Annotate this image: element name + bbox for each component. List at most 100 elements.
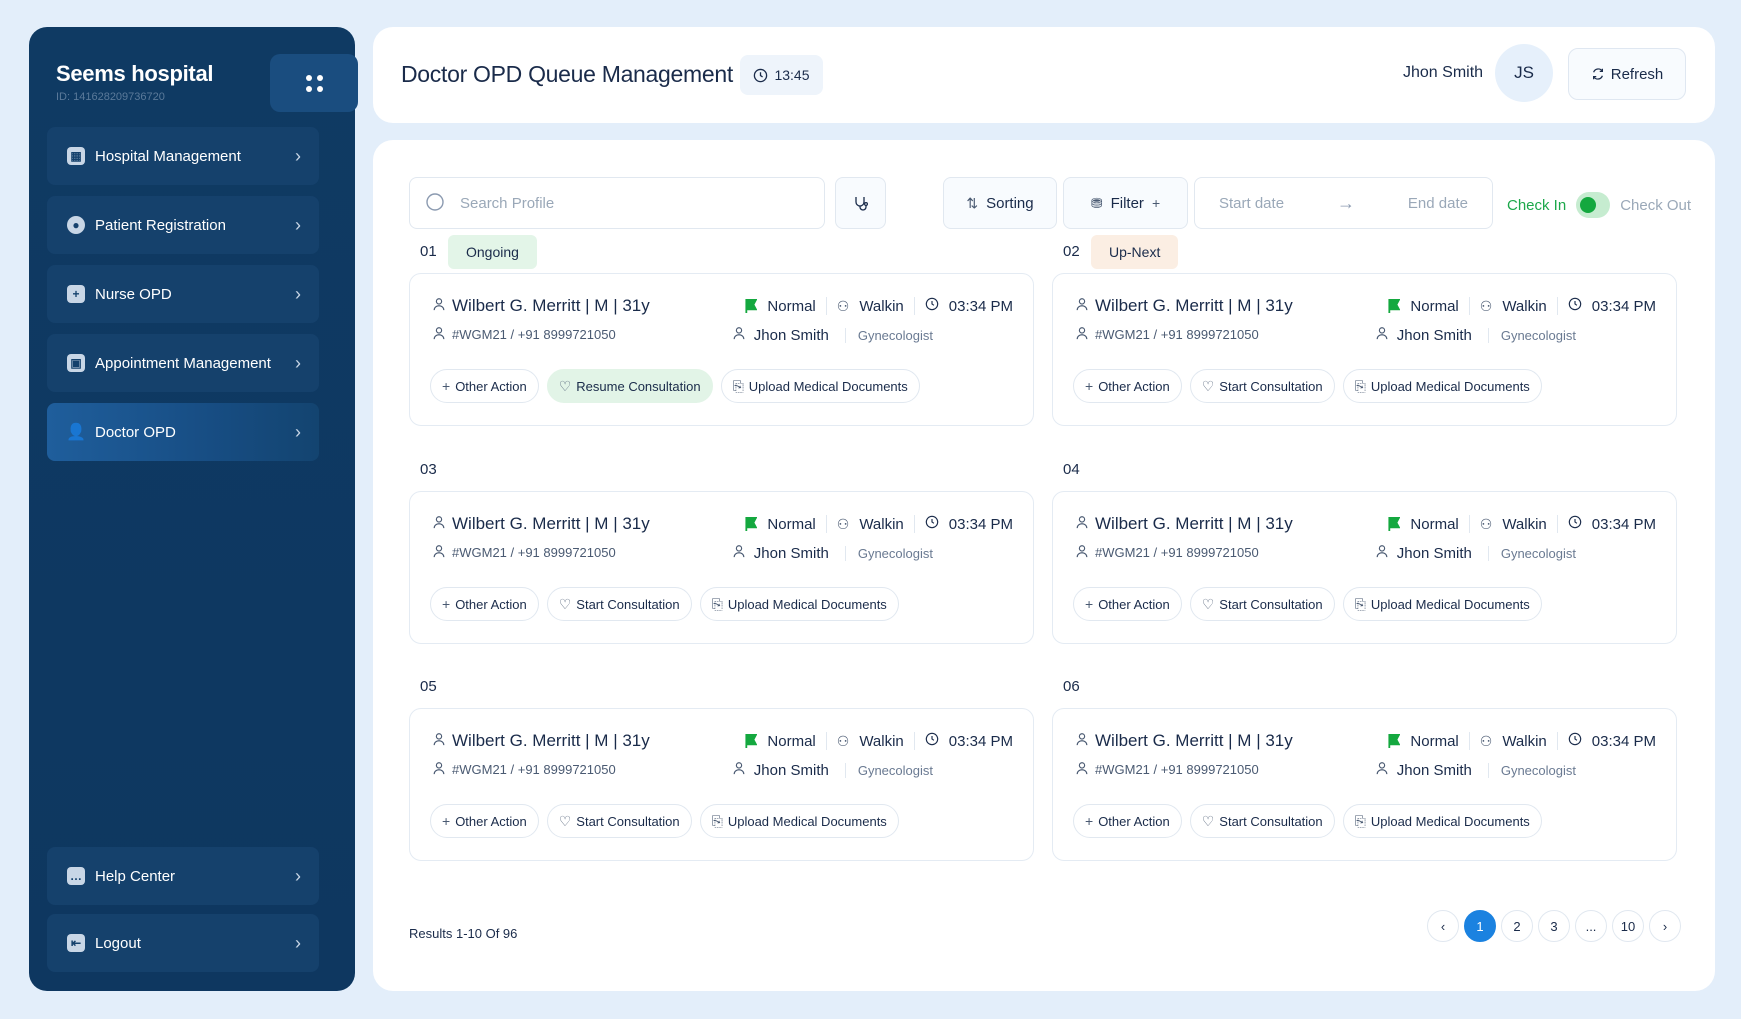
consultation-button[interactable]: ♡ Resume Consultation <box>546 369 713 403</box>
page-title: Doctor OPD Queue Management <box>401 61 733 87</box>
walking-icon: ⚇ <box>836 297 850 314</box>
page-button[interactable]: 10 <box>1612 910 1644 942</box>
walking-icon: ⚇ <box>836 732 850 749</box>
sidebar-item-appointment-management[interactable]: ▣ Appointment Management › <box>47 334 319 392</box>
queue-card[interactable]: Wilbert G. Merritt | M | 31y #WGM21 / +9… <box>1052 273 1677 426</box>
chevron-right-icon: › <box>1662 918 1668 934</box>
queue-card[interactable]: Wilbert G. Merritt | M | 31y #WGM21 / +9… <box>409 491 1034 644</box>
consultation-button[interactable]: ♡ Start Consultation <box>546 587 692 621</box>
refresh-button[interactable]: Refresh <box>1568 48 1686 100</box>
upload-documents-button[interactable]: ⎘ Upload Medical Documents <box>699 587 899 621</box>
queue-card[interactable]: Wilbert G. Merritt | M | 31y #WGM21 / +9… <box>409 708 1034 861</box>
sorting-button[interactable]: ⇅ Sorting <box>943 177 1057 229</box>
patient-id: #WGM21 / +91 8999721050 <box>432 761 616 778</box>
consultation-button[interactable]: ♡ Start Consultation <box>1189 369 1335 403</box>
patient-id-text: #WGM21 / +91 8999721050 <box>452 327 616 342</box>
specialty-text: Gynecologist <box>1487 545 1576 561</box>
date-range-picker[interactable]: Start date → End date <box>1194 177 1493 229</box>
plus-icon: + <box>442 813 451 829</box>
filter-button[interactable]: ⛃ Filter + <box>1063 177 1188 229</box>
arrow-right-icon: → <box>1336 192 1355 213</box>
visit-time-text: 03:34 PM <box>1591 515 1656 533</box>
start-date-field[interactable]: Start date <box>1219 195 1284 212</box>
page-button[interactable]: 2 <box>1501 910 1533 942</box>
upload-documents-button[interactable]: ⎘ Upload Medical Documents <box>699 804 899 838</box>
walking-icon: ⚇ <box>1479 515 1493 532</box>
search-input[interactable] <box>460 194 780 212</box>
app-frame: Seems hospital ID: 141628209736720 ▦ Hos… <box>0 0 1741 1019</box>
upload-documents-button[interactable]: ⎘ Upload Medical Documents <box>1342 587 1542 621</box>
chevron-right-icon: › <box>295 145 301 166</box>
consultation-button[interactable]: ♡ Start Consultation <box>546 804 692 838</box>
queue-card[interactable]: Wilbert G. Merritt | M | 31y #WGM21 / +9… <box>409 273 1034 426</box>
action-label: Upload Medical Documents <box>1370 596 1530 612</box>
sidebar-item-logout[interactable]: ⇤ Logout › <box>47 914 319 972</box>
page-button[interactable]: 1 <box>1464 910 1496 942</box>
upload-documents-button[interactable]: ⎘ Upload Medical Documents <box>720 369 920 403</box>
chat-icon: … <box>67 867 85 885</box>
visit-mode-text: Walkin <box>859 732 904 750</box>
action-label: Other Action <box>1098 813 1170 829</box>
queue-card[interactable]: Wilbert G. Merritt | M | 31y #WGM21 / +9… <box>1052 708 1677 861</box>
sidebar-item-label: Patient Registration <box>95 216 226 234</box>
upload-document-icon: ⎘ <box>711 595 723 612</box>
patient-id: #WGM21 / +91 8999721050 <box>1075 761 1259 778</box>
patient-id-text: #WGM21 / +91 8999721050 <box>452 762 616 777</box>
assigned-doctor: Jhon Smith Gynecologist <box>1375 326 1576 344</box>
consultation-button[interactable]: ♡ Start Consultation <box>1189 587 1335 621</box>
refresh-icon <box>1592 68 1603 80</box>
chevron-right-icon: › <box>295 214 301 235</box>
page-button[interactable]: 3 <box>1538 910 1570 942</box>
upload-documents-button[interactable]: ⎘ Upload Medical Documents <box>1342 369 1542 403</box>
heart-icon: ♡ <box>1201 812 1215 829</box>
divider <box>1556 732 1558 750</box>
assigned-doctor: Jhon Smith Gynecologist <box>732 326 933 344</box>
other-action-button[interactable]: + Other Action <box>430 587 539 621</box>
other-action-button[interactable]: + Other Action <box>1073 369 1182 403</box>
upload-documents-button[interactable]: ⎘ Upload Medical Documents <box>1342 804 1542 838</box>
consultation-button[interactable]: ♡ Start Consultation <box>1189 804 1335 838</box>
visit-mode-text: Walkin <box>859 515 904 533</box>
visit-meta: Normal ⚇ Walkin 03:34 PM <box>745 515 1013 533</box>
action-label: Other Action <box>455 378 527 394</box>
sidebar-item-doctor-opd[interactable]: 👤 Doctor OPD › <box>47 403 319 461</box>
patient-id: #WGM21 / +91 8999721050 <box>432 544 616 561</box>
clock-icon <box>1568 297 1582 315</box>
queue-number: 01 <box>420 243 437 260</box>
sidebar-item-help-center[interactable]: … Help Center › <box>47 847 319 905</box>
apps-menu-button[interactable] <box>270 54 358 112</box>
walking-icon: ⚇ <box>1479 297 1493 314</box>
flag-icon <box>1388 517 1401 531</box>
sidebar-item-hospital-management[interactable]: ▦ Hospital Management › <box>47 127 319 185</box>
flag-icon <box>745 299 758 313</box>
other-action-button[interactable]: + Other Action <box>1073 804 1182 838</box>
other-action-button[interactable]: + Other Action <box>1073 587 1182 621</box>
specialty-text: Gynecologist <box>844 327 933 343</box>
heart-icon: ♡ <box>558 595 572 612</box>
other-action-button[interactable]: + Other Action <box>430 804 539 838</box>
divider <box>913 732 915 750</box>
search-box[interactable] <box>409 177 825 229</box>
plus-icon: + <box>442 378 451 394</box>
visit-meta: Normal ⚇ Walkin 03:34 PM <box>1388 297 1656 315</box>
sidebar-item-nurse-opd[interactable]: + Nurse OPD › <box>47 265 319 323</box>
patient-name: Wilbert G. Merritt | M | 31y <box>1075 514 1293 534</box>
queue-number: 05 <box>420 678 437 695</box>
check-in-toggle[interactable] <box>1576 192 1611 218</box>
card-actions: + Other Action ♡ Start Consultation ⎘ Upload … <box>430 587 899 621</box>
end-date-field[interactable]: End date <box>1408 195 1468 212</box>
queue-card[interactable]: Wilbert G. Merritt | M | 31y #WGM21 / +9… <box>1052 491 1677 644</box>
visit-time-text: 03:34 PM <box>948 297 1013 315</box>
stethoscope-filter-button[interactable] <box>835 177 886 229</box>
card-actions: + Other Action ♡ Start Consultation ⎘ Upload … <box>430 804 899 838</box>
other-action-button[interactable]: + Other Action <box>430 369 539 403</box>
sidebar-item-patient-registration[interactable]: ● Patient Registration › <box>47 196 319 254</box>
upload-document-icon: ⎘ <box>1354 595 1366 612</box>
priority-text: Normal <box>767 732 816 750</box>
card-actions: + Other Action ♡ Start Consultation ⎘ Upload … <box>1073 587 1542 621</box>
prev-page-button[interactable]: ‹ <box>1427 910 1459 942</box>
avatar[interactable]: JS <box>1495 44 1553 102</box>
next-page-button[interactable]: › <box>1649 910 1681 942</box>
top-header: Doctor OPD Queue Management 13:45 Jhon S… <box>373 27 1715 123</box>
priority-text: Normal <box>1410 515 1459 533</box>
